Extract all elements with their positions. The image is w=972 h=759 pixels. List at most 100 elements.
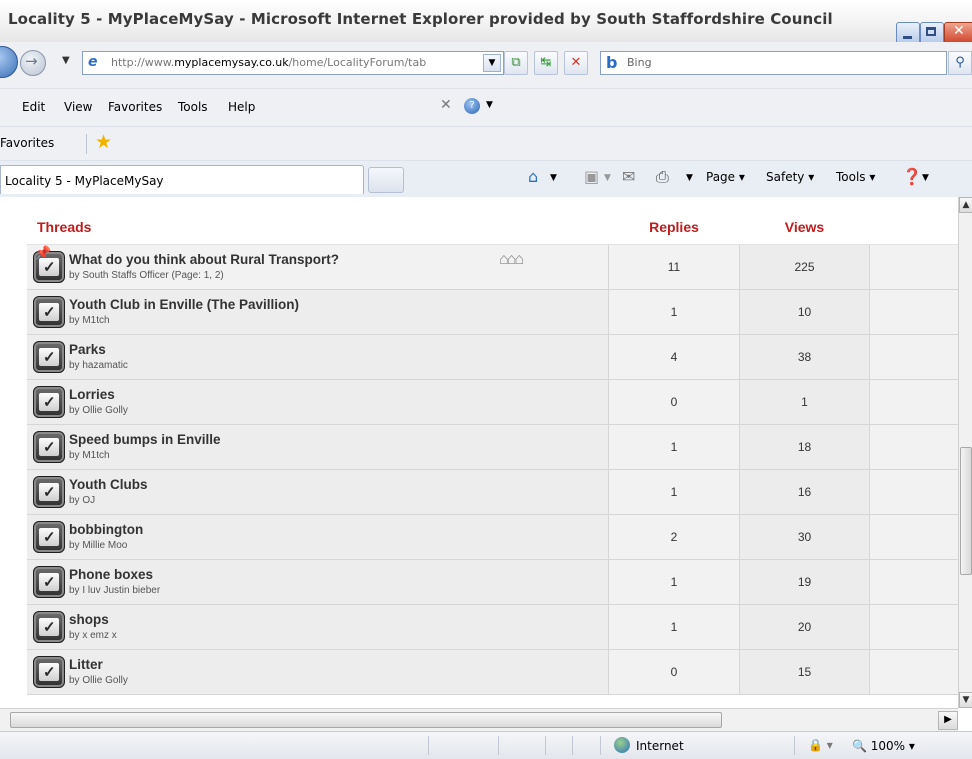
- scroll-up-icon[interactable]: ▲: [959, 197, 972, 213]
- maximize-button[interactable]: [920, 22, 944, 44]
- table-row[interactable]: ✓ Parks by hazamatic 4 38: [27, 334, 958, 380]
- stop-icon[interactable]: ✕: [564, 51, 588, 75]
- tools-menu[interactable]: Tools ▾: [836, 170, 875, 184]
- replies-cell: 4: [608, 334, 740, 380]
- views-column-header: Views: [739, 210, 870, 245]
- thread-status-icon: ✓: [33, 566, 65, 598]
- replies-cell: 0: [608, 649, 740, 695]
- menu-edit[interactable]: Edit: [22, 100, 45, 114]
- table-row[interactable]: ✓ Phone boxes by I luv Justin bieber 1 19: [27, 559, 958, 605]
- help-icon[interactable]: ?: [464, 98, 480, 114]
- minimize-button[interactable]: [896, 22, 920, 44]
- home-dropdown-icon[interactable]: ▼: [550, 173, 557, 183]
- url-text[interactable]: http://www.myplacemysay.co.uk/home/Local…: [111, 56, 471, 69]
- replies-cell: 11: [608, 244, 740, 290]
- table-row[interactable]: ✓ 📌 What do you think about Rural Transpor…: [27, 244, 958, 290]
- thread-title-link[interactable]: Youth Club in Enville (The Pavillion): [69, 297, 299, 312]
- scroll-down-icon[interactable]: ▼: [959, 692, 972, 708]
- status-divider: [498, 736, 499, 755]
- table-row[interactable]: ✓ shops by x emz x 1 20: [27, 604, 958, 650]
- thread-title-link[interactable]: shops: [69, 612, 109, 627]
- recent-pages-dropdown-icon[interactable]: ▼: [62, 55, 70, 66]
- refresh-icon[interactable]: ↹: [534, 51, 558, 75]
- extra-cell: [869, 649, 958, 695]
- vertical-scrollbar[interactable]: ▲ ▼: [958, 197, 972, 708]
- table-row[interactable]: ✓ Youth Clubs by OJ 1 16: [27, 469, 958, 515]
- search-icon[interactable]: ⚲: [948, 51, 972, 75]
- menu-tools[interactable]: Tools: [178, 100, 208, 114]
- thread-title-link[interactable]: Litter: [69, 657, 103, 672]
- status-divider: [545, 736, 546, 755]
- thread-title-link[interactable]: What do you think about Rural Transport?: [69, 252, 339, 267]
- menu-help[interactable]: Help: [228, 100, 255, 114]
- add-favorite-star-icon[interactable]: ★: [95, 131, 112, 153]
- new-tab-button[interactable]: [368, 167, 404, 193]
- address-bar[interactable]: e http://www.myplacemysay.co.uk/home/Loc…: [82, 51, 504, 75]
- rating-icon: ⌂⌂⌂: [499, 251, 524, 268]
- horizontal-scrollbar[interactable]: ▶: [0, 708, 958, 731]
- tools-menu-label: Tools: [836, 170, 866, 184]
- forward-button[interactable]: [20, 50, 46, 76]
- favorites-separator: [86, 134, 87, 154]
- thread-title-link[interactable]: Speed bumps in Enville: [69, 432, 221, 447]
- vertical-scroll-thumb[interactable]: [960, 447, 972, 575]
- feeds-dropdown-icon[interactable]: ▼: [604, 173, 611, 183]
- views-cell: 1: [739, 379, 870, 425]
- thread-author: by Millie Moo: [69, 540, 128, 551]
- feeds-icon[interactable]: ▣: [584, 167, 599, 186]
- close-button[interactable]: [944, 22, 972, 44]
- extra-cell: [869, 289, 958, 335]
- thread-cell: ✓ Speed bumps in Enville by M1tch: [27, 424, 609, 470]
- print-icon[interactable]: ⎙: [656, 167, 669, 187]
- scroll-right-icon[interactable]: ▶: [938, 711, 958, 730]
- print-dropdown-icon[interactable]: ▼: [686, 173, 693, 183]
- favorites-button[interactable]: Favorites: [0, 136, 54, 150]
- table-row[interactable]: ✓ Speed bumps in Enville by M1tch 1 18: [27, 424, 958, 470]
- thread-status-icon: ✓: [33, 341, 65, 373]
- read-mail-icon[interactable]: ✉: [622, 167, 635, 186]
- back-button[interactable]: [0, 46, 18, 78]
- extra-cell: [869, 244, 958, 290]
- tab-title: Locality 5 - MyPlaceMySay: [5, 174, 164, 188]
- help-dropdown-icon[interactable]: ▼: [486, 100, 493, 110]
- thread-cell: ✓ Phone boxes by I luv Justin bieber: [27, 559, 609, 605]
- thread-status-icon: ✓: [33, 521, 65, 553]
- window-titlebar[interactable]: Locality 5 - MyPlaceMySay - Microsoft In…: [0, 0, 972, 44]
- extra-cell: [869, 559, 958, 605]
- table-row[interactable]: ✓ bobbington by Millie Moo 2 30: [27, 514, 958, 560]
- search-input[interactable]: b Bing: [600, 51, 947, 75]
- status-divider: [572, 736, 573, 755]
- table-row[interactable]: ✓ Youth Club in Enville (The Pavillion) by…: [27, 289, 958, 335]
- horizontal-scroll-thumb[interactable]: [10, 712, 722, 728]
- replies-cell: 1: [608, 559, 740, 605]
- help-command-icon[interactable]: ❓: [902, 167, 922, 186]
- safety-menu[interactable]: Safety ▾: [766, 170, 814, 184]
- thread-title-link[interactable]: Youth Clubs: [69, 477, 148, 492]
- page-menu-label: Page: [706, 170, 736, 184]
- thread-title-link[interactable]: bobbington: [69, 522, 143, 537]
- table-row[interactable]: ✓ Litter by Ollie Golly 0 15: [27, 649, 958, 695]
- security-zone-label: Internet: [636, 739, 684, 753]
- url-prefix: http://www.: [111, 56, 175, 69]
- thread-cell: ✓ Parks by hazamatic: [27, 334, 609, 380]
- thread-title-link[interactable]: Parks: [69, 342, 106, 357]
- close-toolbar-icon[interactable]: ✕: [440, 97, 452, 113]
- menu-favorites[interactable]: Favorites: [108, 100, 162, 114]
- page-menu[interactable]: Page ▾: [706, 170, 745, 184]
- thread-title-link[interactable]: Phone boxes: [69, 567, 153, 582]
- tab-active[interactable]: Locality 5 - MyPlaceMySay: [0, 165, 364, 194]
- sticky-pin-icon: 📌: [35, 245, 52, 260]
- compatibility-view-icon[interactable]: ⧉: [504, 51, 528, 75]
- zoom-control[interactable]: 🔍 100% ▾: [852, 739, 915, 753]
- window-title: Locality 5 - MyPlaceMySay - Microsoft In…: [8, 10, 833, 28]
- table-row[interactable]: ✓ Lorries by Ollie Golly 0 1: [27, 379, 958, 425]
- home-icon[interactable]: ⌂: [528, 167, 538, 186]
- thread-title-link[interactable]: Lorries: [69, 387, 115, 402]
- views-cell: 30: [739, 514, 870, 560]
- protected-mode-icon[interactable]: 🔒 ▾: [808, 738, 833, 752]
- help-command-dropdown-icon[interactable]: ▼: [922, 173, 929, 183]
- address-dropdown-icon[interactable]: ▼: [483, 54, 501, 72]
- thread-author: by x emz x: [69, 630, 117, 641]
- menu-view[interactable]: View: [64, 100, 92, 114]
- replies-cell: 1: [608, 424, 740, 470]
